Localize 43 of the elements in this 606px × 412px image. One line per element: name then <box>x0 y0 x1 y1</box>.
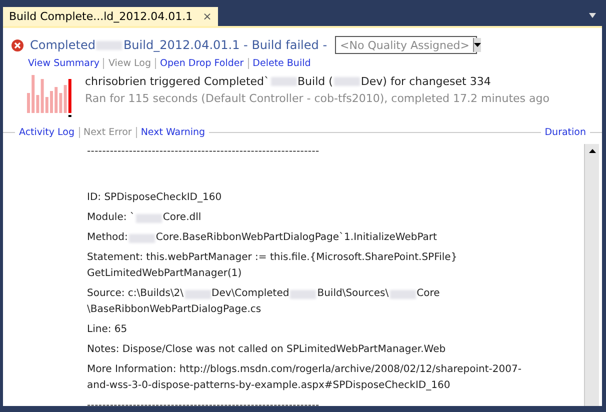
dashed-separator: ------------------------------------------------------------- <box>87 399 320 412</box>
dashed-separator: ------------------------------------------------------------- <box>87 145 320 159</box>
log-text: Method: <box>87 231 128 245</box>
log-text: \BaseRibbonWebPartDialogPage.cs <box>87 303 262 317</box>
log-nav-link[interactable]: Next Warning <box>140 127 206 138</box>
log-text: Core.BaseRibbonWebPartDialogPage`1.InitializeWebPart <box>156 231 437 245</box>
log-text: Core.dll <box>162 211 202 225</box>
log-text: and-wss-3-0-dispose-patterns-by-example.aspx#SPDisposeCheckID_160 <box>87 379 450 393</box>
redacted-text <box>290 290 316 298</box>
log-text: Line: 65 <box>87 323 128 337</box>
build-link[interactable]: Open Drop Folder <box>160 58 244 69</box>
redacted-text <box>184 290 211 298</box>
log-nav-link[interactable]: Activity Log <box>19 127 75 138</box>
log-text: Core <box>416 287 440 301</box>
log-text: Source: c:\Builds\2\ <box>87 287 184 301</box>
log-text: Module: ` <box>87 211 135 225</box>
log-text: More Information: http://blogs.msdn.com/rogerla/archive/2008/02/12/sharepoint-2007- <box>87 363 522 377</box>
log-text: Build\Sources\ <box>317 287 389 301</box>
build-title: Build_2012.04.01.1 - Build failed - <box>123 38 328 52</box>
log-text: Notes: Dispose/Close was not called on SPLimitedWebPartManager.Web <box>87 343 446 357</box>
redacted-text <box>334 77 360 86</box>
redacted-text <box>128 234 155 242</box>
scroll-up-icon[interactable] <box>588 149 596 153</box>
trigger-text: chrisobrien triggered Completed` <box>85 75 270 88</box>
close-icon[interactable]: × <box>202 10 212 23</box>
log-text: GetLimitedWebPartManager(1) <box>87 267 242 281</box>
build-link[interactable]: View Summary <box>28 58 100 69</box>
duration-link[interactable]: Duration <box>544 127 586 138</box>
redacted-text <box>96 40 122 50</box>
vertical-scrollbar[interactable] <box>584 144 599 406</box>
trigger-text: Dev) for changeset 334 <box>360 75 491 88</box>
dropdown-arrow-icon[interactable] <box>589 13 596 18</box>
run-details: Ran for 115 seconds (Default Controller - cob-tfs2010), completed 17.2 minutes ago <box>85 91 550 105</box>
build-title: Completed <box>30 38 96 52</box>
log-text: Dev\Completed <box>212 287 290 301</box>
log-text: ID: SPDisposeCheckID_160 <box>87 191 222 205</box>
redacted-text <box>270 77 297 86</box>
log-text: Statement: this.webPartManager := this.file.{Microsoft.SharePoint.SPFile} <box>87 251 458 265</box>
redacted-text <box>390 290 416 298</box>
build-link[interactable]: Delete Build <box>252 58 311 69</box>
trigger-text: Build ( <box>298 75 333 88</box>
document-tab[interactable]: Build Complete...ld_2012.04.01.1 × <box>3 7 218 26</box>
redacted-text <box>136 214 162 222</box>
